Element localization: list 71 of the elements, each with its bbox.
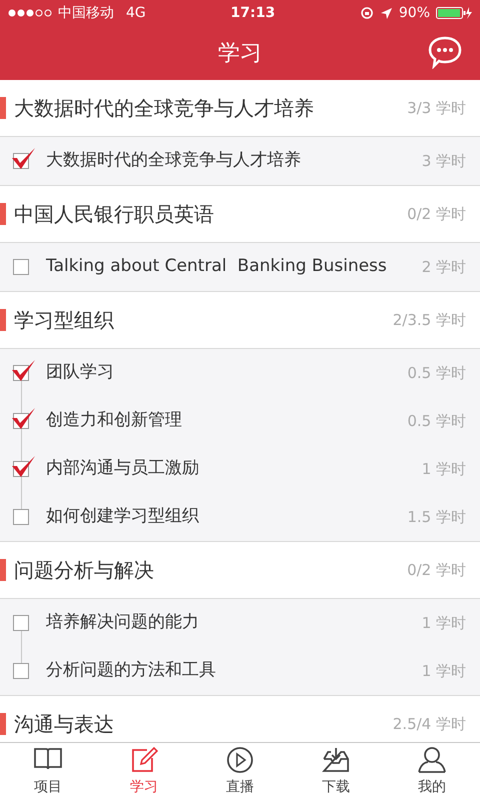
section-title: 问题分析与解决 [14, 557, 155, 584]
play-icon [224, 745, 256, 775]
checkbox[interactable] [12, 456, 36, 478]
lesson-title: 培养解决问题的能力 [46, 611, 200, 634]
lesson-row[interactable]: 创造力和创新管理 0.5 学时 [0, 397, 480, 445]
section-marker [0, 713, 6, 735]
section-header[interactable]: 中国人民银行职员英语 0/2 学时 [0, 186, 480, 243]
section-hours: 0/2 学时 [407, 560, 466, 581]
tab-item[interactable]: 直播 [192, 743, 288, 800]
tab-label: 我的 [418, 778, 446, 797]
lesson-hours: 2 学时 [422, 256, 466, 278]
tab-item[interactable]: 我的 [384, 743, 480, 800]
download-tray-icon [320, 745, 352, 775]
tab-item[interactable]: 下载 [288, 743, 384, 800]
tab-label: 直播 [226, 778, 254, 797]
tab-label: 下载 [322, 778, 350, 797]
section-hours: 2.5/4 学时 [392, 714, 466, 735]
section-marker [0, 559, 6, 581]
lesson-hours: 1 学时 [422, 612, 466, 634]
section-title: 学习型组织 [14, 307, 115, 334]
section-hours: 2/3.5 学时 [392, 310, 466, 331]
lesson-row[interactable]: Talking about Central Banking Business 2 学时 [0, 243, 480, 291]
battery-percent: 90% [398, 4, 430, 22]
lesson-title: 团队学习 [46, 361, 115, 384]
tab-item[interactable]: 学习 [96, 743, 192, 800]
lesson-hours: 1 学时 [422, 660, 466, 682]
section-hours: 3/3 学时 [407, 98, 466, 119]
lesson-title: 创造力和创新管理 [46, 409, 183, 432]
lesson-row[interactable]: 团队学习 0.5 学时 [0, 349, 480, 397]
tab-label: 学习 [130, 778, 158, 797]
lesson-title: 分析问题的方法和工具 [46, 659, 217, 682]
tab-item[interactable]: 项目 [0, 743, 96, 800]
section-header[interactable]: 沟通与表达 2.5/4 学时 [0, 696, 480, 742]
lesson-row[interactable]: 分析问题的方法和工具 1 学时 [0, 647, 480, 695]
section-header[interactable]: 问题分析与解决 0/2 学时 [0, 542, 480, 599]
lesson-hours: 1.5 学时 [407, 506, 466, 528]
network-type: 4G [126, 4, 146, 22]
lesson-title: 大数据时代的全球竞争与人才培养 [46, 149, 302, 172]
person-icon [416, 745, 448, 775]
tab-label: 项目 [34, 778, 62, 797]
lesson-hours: 3 学时 [422, 150, 466, 172]
signal-icon [8, 9, 52, 17]
location-icon [380, 6, 393, 20]
status-time: 17:13 [230, 4, 276, 22]
lesson-row[interactable]: 培养解决问题的能力 1 学时 [0, 599, 480, 647]
lesson-row[interactable]: 如何创建学习型组织 1.5 学时 [0, 493, 480, 541]
section-title: 大数据时代的全球竞争与人才培养 [14, 95, 315, 122]
checkbox[interactable] [12, 148, 36, 170]
section-header[interactable]: 大数据时代的全球竞争与人才培养 3/3 学时 [0, 80, 480, 137]
lesson-row[interactable]: 大数据时代的全球竞争与人才培养 3 学时 [0, 137, 480, 185]
battery-icon [436, 6, 472, 20]
lesson-hours: 0.5 学时 [407, 362, 466, 384]
section-marker [0, 309, 6, 331]
checkbox[interactable] [12, 360, 36, 382]
lesson-title: Talking about Central Banking Business [46, 255, 388, 278]
rotation-lock-icon [360, 6, 374, 20]
lesson-row[interactable]: 内部沟通与员工激励 1 学时 [0, 445, 480, 493]
section-marker [0, 203, 6, 225]
chat-icon[interactable] [428, 35, 462, 69]
page-title: 学习 [218, 40, 262, 68]
lesson-hours: 1 学时 [422, 458, 466, 480]
checkbox[interactable] [12, 408, 36, 430]
section-hours: 0/2 学时 [407, 204, 466, 225]
section-title: 中国人民银行职员英语 [14, 201, 215, 228]
lesson-title: 内部沟通与员工激励 [46, 457, 200, 480]
section-marker [0, 97, 6, 119]
carrier-name: 中国移动 [58, 4, 114, 22]
lesson-title: 如何创建学习型组织 [46, 505, 200, 528]
section-title: 沟通与表达 [14, 711, 115, 738]
section-header[interactable]: 学习型组织 2/3.5 学时 [0, 292, 480, 349]
lesson-hours: 0.5 学时 [407, 410, 466, 432]
